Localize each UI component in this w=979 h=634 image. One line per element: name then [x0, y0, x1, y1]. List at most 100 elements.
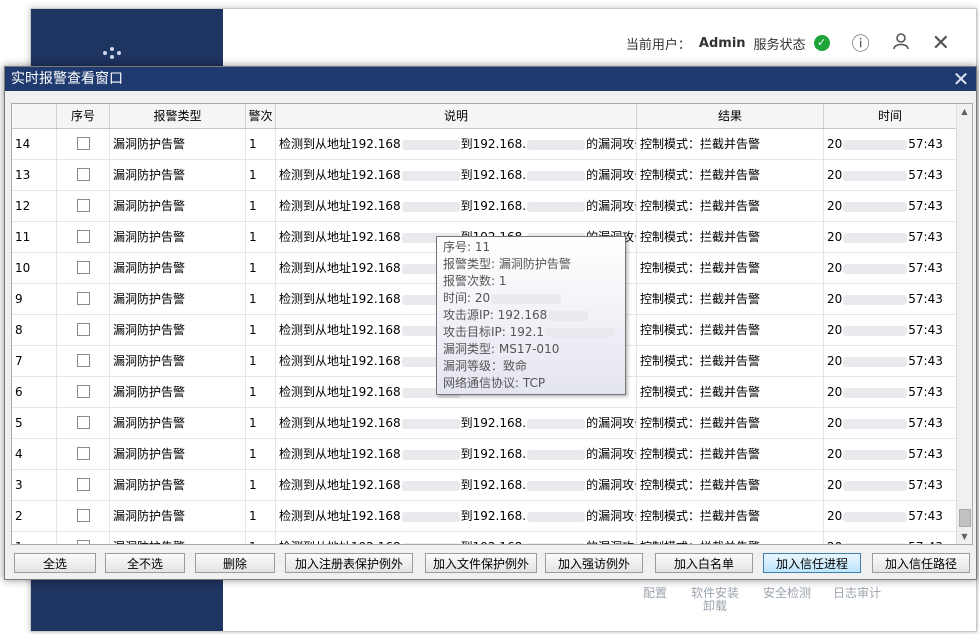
row-checkbox[interactable] [76, 416, 90, 429]
row-type: 漏洞防护告警 [110, 222, 246, 252]
row-checkbox-cell [57, 191, 110, 221]
info-icon[interactable]: ⓘ [852, 30, 870, 56]
row-result: 控制模式：拦截并告警 [637, 346, 824, 376]
row-time-suffix: 57:43 [908, 478, 943, 492]
header-id[interactable]: 序号 [57, 104, 110, 128]
row-time: 20 57:43 [824, 408, 957, 438]
redacted-block [401, 170, 460, 181]
table-row[interactable]: 5 漏洞防护告警1检测到从地址192.168 到192.168. 的漏洞攻击...控制… [12, 408, 957, 439]
dialog-titlebar[interactable]: 实时报警查看窗口 ✕ [5, 67, 976, 91]
redacted-block [527, 480, 586, 491]
row-time: 20 57:43 [824, 129, 957, 159]
row-checkbox[interactable] [76, 137, 90, 150]
table-row[interactable]: 3 漏洞防护告警1检测到从地址192.168 到192.168. 的漏洞攻击...控制… [12, 470, 957, 501]
row-id: 5 [12, 408, 57, 438]
row-checkbox[interactable] [76, 292, 90, 305]
table-row[interactable]: 13 漏洞防护告警1检测到从地址192.168 到192.168. 的漏洞攻击...控… [12, 160, 957, 191]
row-checkbox[interactable] [76, 261, 90, 274]
row-checkbox[interactable] [76, 447, 90, 460]
table-row[interactable]: 14 漏洞防护告警1检测到从地址192.168 到192.168. 的漏洞攻击...控… [12, 129, 957, 160]
row-checkbox[interactable] [76, 354, 90, 367]
row-time: 20 57:43 [824, 501, 957, 531]
table-row[interactable]: 2 漏洞防护告警1检测到从地址192.168 到192.168. 的漏洞攻击...控制… [12, 501, 957, 532]
row-time-prefix: 20 [827, 137, 843, 151]
row-result: 控制模式：拦截并告警 [637, 160, 824, 190]
row-time: 20 57:43 [824, 532, 957, 544]
row-desc-part2: 到192.168. [460, 137, 527, 151]
scroll-down-icon[interactable]: ▼ [957, 529, 972, 544]
redacted-block [843, 170, 908, 181]
row-result: 控制模式：拦截并告警 [637, 408, 824, 438]
row-result: 控制模式：拦截并告警 [637, 501, 824, 531]
row-id: 2 [12, 501, 57, 531]
add-access-exception-button[interactable]: 加入强访例外 [545, 553, 643, 573]
redacted-block [843, 480, 908, 491]
add-trusted-path-button[interactable]: 加入信任路径 [872, 553, 970, 573]
row-count: 1 [246, 129, 276, 159]
footer-item-software[interactable]: 软件安装卸载 [689, 587, 741, 613]
row-time: 20 57:43 [824, 346, 957, 376]
row-desc-part3: 的漏洞攻击... [586, 447, 636, 461]
row-time-suffix: 57:43 [908, 261, 943, 275]
row-checkbox[interactable] [76, 230, 90, 243]
row-desc-part1: 检测到从地址192.168 [279, 199, 401, 213]
add-trusted-process-button[interactable]: 加入信任进程 [763, 553, 861, 573]
row-checkbox-cell [57, 470, 110, 500]
row-id: 14 [12, 129, 57, 159]
row-checkbox[interactable] [76, 168, 90, 181]
table-row[interactable]: 12 漏洞防护告警1检测到从地址192.168 到192.168. 的漏洞攻击...控… [12, 191, 957, 222]
row-time-prefix: 20 [827, 509, 843, 523]
select-none-button[interactable]: 全不选 [105, 553, 185, 573]
table-header: 序号 报警类型 警次 说明 结果 时间 [12, 104, 957, 129]
close-icon[interactable]: ✕ [932, 31, 950, 56]
redacted-block [843, 542, 908, 544]
row-id: 10 [12, 253, 57, 283]
scroll-up-icon[interactable]: ▲ [957, 104, 972, 119]
table-row[interactable]: 4 漏洞防护告警1检测到从地址192.168 到192.168. 的漏洞攻击...控制… [12, 439, 957, 470]
row-desc-part1: 检测到从地址192.168 [279, 168, 401, 182]
redacted-block [843, 418, 908, 429]
user-icon[interactable] [892, 32, 910, 55]
add-registry-exception-button[interactable]: 加入注册表保护例外 [285, 553, 413, 573]
row-count: 1 [246, 532, 276, 544]
row-checkbox[interactable] [76, 199, 90, 212]
row-checkbox[interactable] [76, 323, 90, 336]
row-time-suffix: 57:43 [908, 447, 943, 461]
add-whitelist-button[interactable]: 加入白名单 [655, 553, 753, 573]
footer-item-security-check[interactable]: 安全检测 [763, 587, 811, 613]
footer-item-log-audit[interactable]: 日志审计 [833, 587, 881, 613]
header-result[interactable]: 结果 [637, 104, 824, 128]
select-all-button[interactable]: 全选 [14, 553, 96, 573]
row-checkbox[interactable] [76, 385, 90, 398]
row-desc-part1: 检测到从地址192.168 [279, 385, 401, 399]
row-id: 11 [12, 222, 57, 252]
row-desc: 检测到从地址192.168 到192.168. 的漏洞攻击... [276, 408, 637, 438]
row-checkbox[interactable] [76, 540, 90, 544]
row-result: 控制模式：拦截并告警 [637, 439, 824, 469]
redacted-block [843, 325, 908, 336]
redacted-block [843, 356, 908, 367]
background-footer-menu: 配置 软件安装卸载 安全检测 日志审计 [643, 587, 881, 613]
row-type: 漏洞防护告警 [110, 160, 246, 190]
redacted-block [401, 418, 460, 429]
row-desc-part1: 检测到从地址192.168 [279, 261, 401, 275]
vertical-scrollbar[interactable]: ▲ ▼ [956, 104, 972, 544]
header-time[interactable]: 时间 [824, 104, 957, 128]
header-type[interactable]: 报警类型 [110, 104, 246, 128]
redacted-block [527, 139, 586, 150]
footer-item-config[interactable]: 配置 [643, 587, 667, 613]
row-desc-part2: 到192.168. [461, 540, 526, 544]
header-count[interactable]: 警次 [246, 104, 276, 128]
row-checkbox-cell [57, 284, 110, 314]
tooltip-type: 报警类型: 漏洞防护告警 [443, 257, 571, 271]
redacted-block [401, 542, 460, 544]
row-checkbox-cell [57, 160, 110, 190]
delete-button[interactable]: 删除 [195, 553, 275, 573]
add-file-exception-button[interactable]: 加入文件保护例外 [425, 553, 537, 573]
close-icon[interactable]: ✕ [950, 68, 972, 90]
scroll-thumb[interactable] [959, 509, 971, 527]
row-checkbox[interactable] [76, 478, 90, 491]
header-desc[interactable]: 说明 [276, 104, 637, 128]
row-checkbox[interactable] [76, 509, 90, 522]
table-row[interactable]: 1漏洞防护告警1检测到从地址192.168到192.168.的漏洞攻击...控制… [12, 532, 957, 544]
